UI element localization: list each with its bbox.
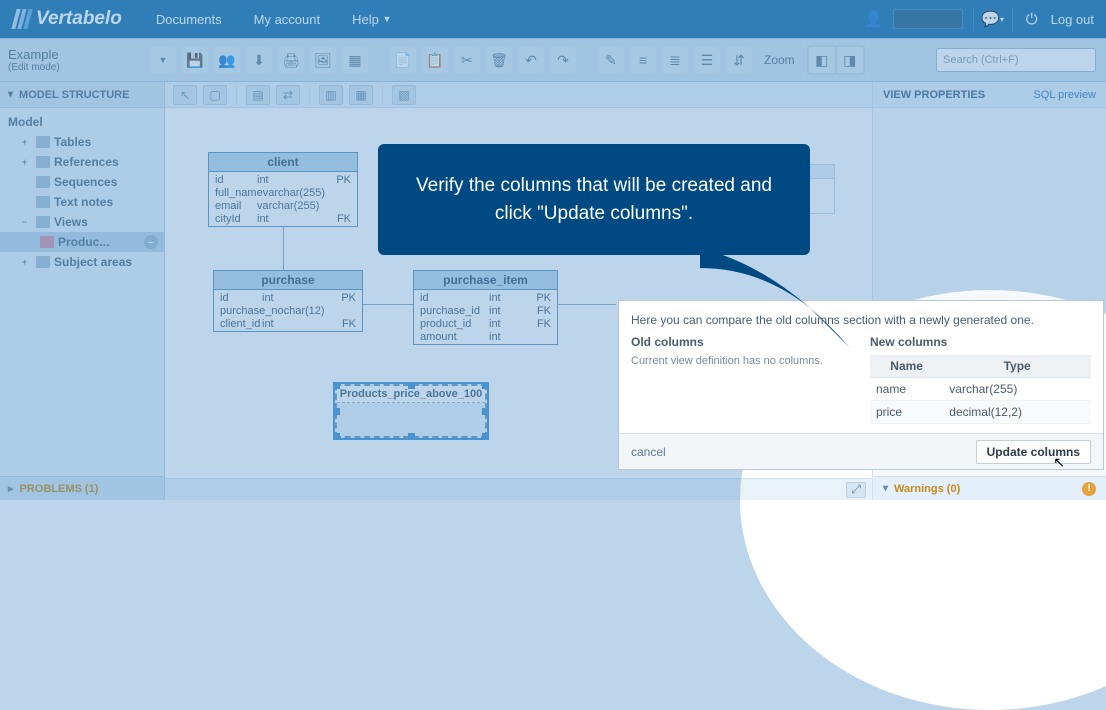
erd-view-products-price[interactable]: Products_price_above_100 bbox=[335, 384, 487, 438]
save-icon[interactable]: 💾 bbox=[182, 47, 208, 73]
menu-documents[interactable]: Documents bbox=[140, 0, 238, 38]
table-row: pricedecimal(12,2) bbox=[870, 401, 1091, 424]
table-tool-icon[interactable]: ▤ bbox=[246, 85, 270, 105]
warnings-bar[interactable]: ▾ Warnings (0) ! bbox=[873, 476, 1106, 500]
download-icon[interactable]: ⬇ bbox=[246, 47, 272, 73]
chat-icon[interactable]: 💬▾ bbox=[984, 10, 1002, 28]
warning-badge-icon: ! bbox=[1082, 482, 1096, 496]
menu-my-account[interactable]: My account bbox=[238, 0, 336, 38]
undo-icon[interactable]: ↶ bbox=[518, 47, 544, 73]
share-icon[interactable]: 👥 bbox=[214, 47, 240, 73]
folder-icon bbox=[36, 156, 50, 168]
view-icon bbox=[40, 236, 54, 248]
folder-icon bbox=[36, 196, 50, 208]
divider bbox=[1012, 7, 1013, 31]
redo-icon[interactable]: ↷ bbox=[550, 47, 576, 73]
problems-bar[interactable]: ▸ PROBLEMS (1) bbox=[0, 476, 164, 500]
compare-message: Here you can compare the old columns sec… bbox=[619, 301, 1103, 335]
erd-table-client[interactable]: client idintPK full_namevarchar(255) ema… bbox=[208, 152, 358, 227]
ref-tool-icon[interactable]: ⇄ bbox=[276, 85, 300, 105]
table-row: namevarchar(255) bbox=[870, 378, 1091, 401]
cancel-button[interactable]: cancel bbox=[631, 445, 666, 459]
tree-references[interactable]: +References bbox=[0, 152, 164, 172]
folder-icon bbox=[36, 216, 50, 228]
brand-icon bbox=[14, 9, 30, 29]
area-tool-icon[interactable]: ▧ bbox=[392, 85, 416, 105]
new-columns-section: New columns NameType namevarchar(255) pr… bbox=[870, 335, 1091, 424]
tutorial-callout: Verify the columns that will be created … bbox=[378, 144, 810, 255]
new-columns-table: NameType namevarchar(255) pricedecimal(1… bbox=[870, 355, 1091, 424]
canvas-footer: ⤢ bbox=[165, 478, 872, 500]
image-icon[interactable]: 🖼 bbox=[310, 47, 336, 73]
paste-icon[interactable]: 📋 bbox=[422, 47, 448, 73]
divider bbox=[973, 7, 974, 31]
align-left-icon[interactable]: ≡ bbox=[630, 47, 656, 73]
tree-tables[interactable]: +Tables bbox=[0, 132, 164, 152]
folder-icon bbox=[36, 256, 50, 268]
zoom-label: Zoom bbox=[758, 53, 801, 67]
model-tree: Model +Tables +References Sequences Text… bbox=[0, 108, 164, 476]
erd-table-purchase-item[interactable]: purchase_item idintPK purchase_idintFK p… bbox=[413, 270, 558, 345]
folder-icon bbox=[36, 176, 50, 188]
expand-icon[interactable]: ⤢ bbox=[846, 482, 866, 498]
sidebar-header[interactable]: ▾ MODEL STRUCTURE bbox=[0, 82, 164, 108]
tree-sequences[interactable]: Sequences bbox=[0, 172, 164, 192]
edge bbox=[558, 304, 616, 305]
right-panel-header: VIEW PROPERTIES SQL preview bbox=[873, 82, 1106, 108]
full-icon[interactable]: ◨ bbox=[837, 47, 863, 73]
brand[interactable]: Vertabelo bbox=[0, 8, 140, 30]
cursor-icon: ↖ bbox=[1053, 454, 1065, 471]
align-center-icon[interactable]: ≣ bbox=[662, 47, 688, 73]
edit-icon[interactable]: ✎ bbox=[598, 47, 624, 73]
view-mode-toggle[interactable]: ◧ ◨ bbox=[807, 45, 865, 75]
tree-views[interactable]: −Views bbox=[0, 212, 164, 232]
sql-preview-link[interactable]: SQL preview bbox=[1033, 89, 1096, 101]
collapse-icon[interactable]: ▾ bbox=[8, 89, 13, 100]
workspace-name[interactable]: Example (Edit mode) bbox=[0, 47, 150, 73]
half-icon[interactable]: ◧ bbox=[809, 47, 835, 73]
tree-view-item[interactable]: Produc... – bbox=[0, 232, 164, 252]
note-tool-icon[interactable]: ▦ bbox=[349, 85, 373, 105]
pointer-tool-icon[interactable]: ↖ bbox=[173, 85, 197, 105]
tree-subject-areas[interactable]: +Subject areas bbox=[0, 252, 164, 272]
chevron-down-icon: ▼ bbox=[383, 14, 392, 24]
user-icon[interactable]: 👤 bbox=[865, 10, 883, 28]
user-chip[interactable] bbox=[893, 9, 963, 29]
distribute-icon[interactable]: ⇵ bbox=[726, 47, 752, 73]
marquee-tool-icon[interactable]: ▢ bbox=[203, 85, 227, 105]
close-icon[interactable]: – bbox=[144, 235, 158, 249]
copy-icon[interactable]: 📄 bbox=[390, 47, 416, 73]
edge bbox=[363, 304, 413, 305]
top-bar: Vertabelo Documents My account Help ▼ 👤 … bbox=[0, 0, 1106, 38]
brand-name: Vertabelo bbox=[36, 8, 122, 30]
update-columns-button[interactable]: Update columns bbox=[976, 440, 1091, 464]
compare-columns-modal: Here you can compare the old columns sec… bbox=[618, 300, 1104, 470]
delete-icon[interactable]: 🗑 bbox=[486, 47, 512, 73]
view-tool-icon[interactable]: ▥ bbox=[319, 85, 343, 105]
print-icon[interactable]: 🖨 bbox=[278, 47, 304, 73]
tree-root[interactable]: Model bbox=[0, 112, 164, 132]
tree-textnotes[interactable]: Text notes bbox=[0, 192, 164, 212]
menu-help[interactable]: Help ▼ bbox=[336, 0, 407, 38]
power-icon: ⏻ bbox=[1023, 10, 1041, 28]
search-input[interactable]: Search (Ctrl+F) bbox=[936, 48, 1096, 72]
cut-icon[interactable]: ✂ bbox=[454, 47, 480, 73]
edge bbox=[283, 226, 284, 270]
erd-table-purchase[interactable]: purchase idintPK purchase_nochar(12) cli… bbox=[213, 270, 363, 332]
workspace-bar: Example (Edit mode) ▼ 💾 👥 ⬇ 🖨 🖼 ▦ 📄 📋 ✂ … bbox=[0, 38, 1106, 82]
align-right-icon[interactable]: ☰ bbox=[694, 47, 720, 73]
logout-link[interactable]: Log out bbox=[1051, 12, 1094, 27]
folder-icon bbox=[36, 136, 50, 148]
canvas-toolbar: ↖ ▢ ▤ ⇄ ▥ ▦ ▧ bbox=[165, 82, 872, 108]
workspace-menu-icon[interactable]: ▼ bbox=[150, 47, 176, 73]
grid-icon[interactable]: ▦ bbox=[342, 47, 368, 73]
sidebar: ▾ MODEL STRUCTURE Model +Tables +Referen… bbox=[0, 82, 165, 500]
